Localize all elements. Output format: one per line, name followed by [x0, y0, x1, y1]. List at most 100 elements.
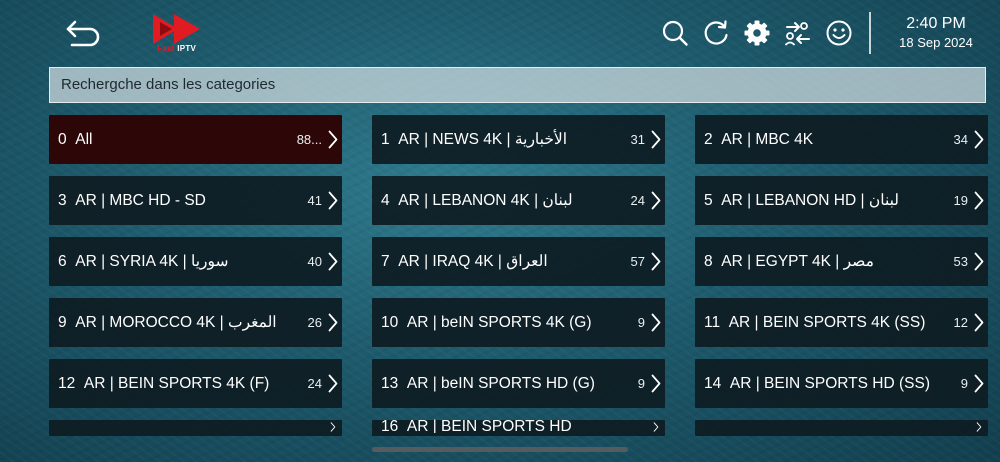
- category-label: 13 AR | beIN SPORTS HD (G): [381, 359, 613, 408]
- category-count: 40: [307, 254, 322, 269]
- category-tile[interactable]: 6 AR | SYRIA 4K | سوريا 40: [49, 237, 342, 286]
- chevron-right-icon: [976, 422, 982, 432]
- category-name: AR | MBC HD - SD: [75, 192, 206, 209]
- chevron-right-icon: [974, 313, 984, 332]
- category-label: 8 AR | EGYPT 4K | مصر: [704, 237, 936, 286]
- category-count: 24: [630, 193, 645, 208]
- category-count: 41: [307, 193, 322, 208]
- category-tile[interactable]: 10 AR | beIN SPORTS 4K (G) 9: [372, 298, 665, 347]
- category-name: AR | beIN SPORTS HD (G): [406, 375, 595, 392]
- category-label: 2 AR | MBC 4K: [704, 115, 936, 164]
- category-label: 3 AR | MBC HD - SD: [58, 176, 290, 225]
- chevron-right-icon: [328, 130, 338, 149]
- category-name: All: [75, 131, 93, 148]
- chevron-right-icon: [651, 313, 661, 332]
- category-count: 34: [953, 132, 968, 147]
- home-indicator[interactable]: [372, 447, 628, 452]
- category-grid: 0 All 88... 1 AR | NEWS 4K | الأخبارية 31 2 …: [0, 0, 1000, 462]
- category-count: 57: [630, 254, 645, 269]
- category-count: 24: [307, 376, 322, 391]
- category-tile[interactable]: 8 AR | EGYPT 4K | مصر 53: [695, 237, 988, 286]
- category-name: AR | BEIN SPORTS 4K (F): [83, 375, 270, 392]
- category-index: 2: [704, 131, 713, 148]
- chevron-right-icon: [974, 191, 984, 210]
- category-label: 1 AR | NEWS 4K | الأخبارية: [381, 115, 613, 164]
- category-tile[interactable]: 12 AR | BEIN SPORTS 4K (F) 24: [49, 359, 342, 408]
- category-count: 88...: [296, 132, 322, 147]
- category-label: 7 AR | IRAQ 4K | العراق: [381, 237, 613, 286]
- category-index: 10: [381, 314, 399, 331]
- category-name: AR | LEBANON 4K | لبنان: [398, 192, 573, 209]
- category-count: 9: [637, 315, 645, 330]
- chevron-right-icon: [653, 422, 659, 432]
- category-count: 31: [630, 132, 645, 147]
- category-label: 12 AR | BEIN SPORTS 4K (F): [58, 359, 290, 408]
- category-tile[interactable]: [695, 420, 988, 436]
- category-name: AR | BEIN SPORTS 4K (SS): [728, 314, 926, 331]
- chevron-right-icon: [974, 130, 984, 149]
- chevron-right-icon: [328, 191, 338, 210]
- category-index: 11: [704, 314, 721, 331]
- category-index: 3: [58, 192, 67, 209]
- category-label: [58, 417, 290, 433]
- category-index: 13: [381, 375, 399, 392]
- category-count: 12: [953, 315, 968, 330]
- category-index: 1: [381, 131, 390, 148]
- chevron-right-icon: [328, 313, 338, 332]
- category-label: 9 AR | MOROCCO 4K | المغرب: [58, 298, 290, 347]
- category-count: 19: [953, 193, 968, 208]
- category-name: AR | BEIN SPORTS HD (SS): [729, 375, 930, 392]
- category-tile[interactable]: 16 AR | BEIN SPORTS HD: [372, 417, 665, 436]
- category-name: AR | beIN SPORTS 4K (G): [406, 314, 592, 331]
- category-index: 0: [58, 131, 67, 148]
- category-tile[interactable]: 3 AR | MBC HD - SD 41: [49, 176, 342, 225]
- category-label: 0 All: [58, 115, 290, 164]
- category-label: 14 AR | BEIN SPORTS HD (SS): [704, 359, 936, 408]
- category-tile[interactable]: 1 AR | NEWS 4K | الأخبارية 31: [372, 115, 665, 164]
- category-index: 14: [704, 375, 722, 392]
- chevron-right-icon: [330, 422, 336, 432]
- category-count: 53: [953, 254, 968, 269]
- category-tile[interactable]: 4 AR | LEBANON 4K | لبنان 24: [372, 176, 665, 225]
- category-name: AR | IRAQ 4K | العراق: [398, 253, 548, 270]
- chevron-right-icon: [328, 252, 338, 271]
- category-tile[interactable]: 9 AR | MOROCCO 4K | المغرب 26: [49, 298, 342, 347]
- category-index: 8: [704, 253, 713, 270]
- category-index: 5: [704, 192, 713, 209]
- category-tile[interactable]: 13 AR | beIN SPORTS HD (G) 9: [372, 359, 665, 408]
- category-name: AR | MOROCCO 4K | المغرب: [75, 314, 277, 331]
- category-tile[interactable]: 5 AR | LEBANON HD | لبنان 19: [695, 176, 988, 225]
- chevron-right-icon: [651, 374, 661, 393]
- category-name: AR | LEBANON HD | لبنان: [721, 192, 900, 209]
- chevron-right-icon: [651, 252, 661, 271]
- category-index: 12: [58, 375, 76, 392]
- category-tile[interactable]: 7 AR | IRAQ 4K | العراق 57: [372, 237, 665, 286]
- category-name: AR | EGYPT 4K | مصر: [721, 253, 874, 270]
- category-index: 16: [381, 418, 399, 433]
- chevron-right-icon: [974, 252, 984, 271]
- category-label: 11 AR | BEIN SPORTS 4K (SS): [704, 298, 936, 347]
- category-index: 4: [381, 192, 390, 209]
- category-index: 6: [58, 253, 67, 270]
- category-count: 9: [960, 376, 968, 391]
- category-tile[interactable]: 11 AR | BEIN SPORTS 4K (SS) 12: [695, 298, 988, 347]
- category-tile[interactable]: [49, 420, 342, 436]
- category-label: 5 AR | LEBANON HD | لبنان: [704, 176, 936, 225]
- category-name: AR | SYRIA 4K | سوريا: [75, 253, 229, 270]
- category-label: 10 AR | beIN SPORTS 4K (G): [381, 298, 613, 347]
- chevron-right-icon: [974, 374, 984, 393]
- chevron-right-icon: [328, 374, 338, 393]
- chevron-right-icon: [651, 191, 661, 210]
- category-name: AR | MBC 4K: [721, 131, 814, 148]
- category-label: 6 AR | SYRIA 4K | سوريا: [58, 237, 290, 286]
- category-tile[interactable]: 14 AR | BEIN SPORTS HD (SS) 9: [695, 359, 988, 408]
- category-tile[interactable]: 0 All 88...: [49, 115, 342, 164]
- category-label: 16 AR | BEIN SPORTS HD: [381, 417, 613, 433]
- category-tile[interactable]: 2 AR | MBC 4K 34: [695, 115, 988, 164]
- category-label: 4 AR | LEBANON 4K | لبنان: [381, 176, 613, 225]
- category-index: 9: [58, 314, 67, 331]
- category-count: 26: [307, 315, 322, 330]
- category-label: [704, 417, 936, 433]
- category-count: 9: [637, 376, 645, 391]
- chevron-right-icon: [651, 130, 661, 149]
